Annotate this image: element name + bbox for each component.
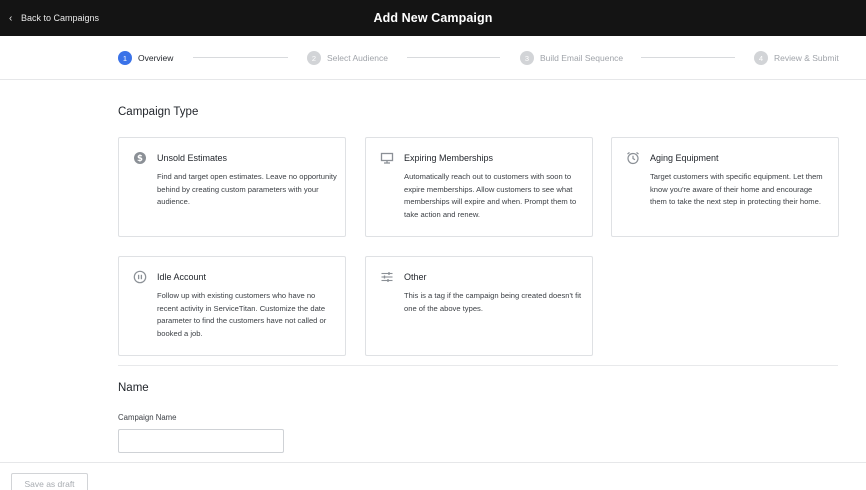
step-overview[interactable]: 1 Overview [118, 50, 173, 66]
dollar-circle-icon: $ [133, 151, 147, 165]
top-bar: ‹ Back to Campaigns Add New Campaign [0, 0, 866, 36]
step-label: Overview [138, 53, 174, 63]
svg-text:$: $ [137, 154, 143, 164]
card-idle-account[interactable]: Idle Account Follow up with existing cus… [118, 256, 346, 356]
step-number: 3 [520, 51, 534, 65]
step-label: Review & Submit [774, 53, 839, 63]
card-title: Other [404, 272, 427, 282]
card-description: Find and target open estimates. Leave no… [157, 172, 337, 207]
card-title: Idle Account [157, 272, 207, 282]
step-number: 1 [118, 51, 132, 65]
sliders-icon [380, 270, 394, 284]
card-description: Follow up with existing customers who ha… [157, 291, 327, 338]
alarm-clock-icon [626, 151, 640, 165]
progress-stepper: 1 Overview 2 Select Audience 3 Build Ema… [0, 36, 866, 80]
campaign-type-heading: Campaign Type [118, 106, 199, 118]
step-connector [641, 57, 735, 58]
card-description: Automatically reach out to customers wit… [404, 172, 577, 219]
step-review-submit[interactable]: 4 Review & Submit [754, 50, 839, 66]
card-description: This is a tag if the campaign being crea… [404, 291, 582, 313]
name-heading: Name [118, 382, 149, 394]
step-connector [407, 57, 500, 58]
card-aging-equipment[interactable]: Aging Equipment Target customers with sp… [611, 137, 839, 237]
card-title: Aging Equipment [650, 153, 719, 163]
step-select-audience[interactable]: 2 Select Audience [307, 50, 388, 66]
section-divider [118, 365, 838, 366]
monitor-icon [380, 151, 394, 165]
card-title: Unsold Estimates [157, 153, 228, 163]
card-title: Expiring Memberships [404, 153, 494, 163]
card-expiring-memberships[interactable]: Expiring Memberships Automatically reach… [365, 137, 593, 237]
card-description: Target customers with specific equipment… [650, 172, 823, 207]
card-other[interactable]: Other This is a tag if the campaign bein… [365, 256, 593, 356]
pause-circle-icon [133, 270, 147, 284]
campaign-name-label: Campaign Name [118, 413, 177, 422]
save-as-draft-button[interactable]: Save as draft [11, 473, 88, 490]
page-title: Add New Campaign [373, 11, 493, 25]
campaign-name-input[interactable] [118, 429, 284, 453]
footer-bar: Save as draft [0, 462, 866, 490]
step-number: 2 [307, 51, 321, 65]
step-label: Build Email Sequence [540, 53, 624, 63]
step-number: 4 [754, 51, 768, 65]
step-label: Select Audience [327, 53, 388, 63]
step-build-email-sequence[interactable]: 3 Build Email Sequence [520, 50, 623, 66]
step-connector [193, 57, 288, 58]
card-unsold-estimates[interactable]: $ Unsold Estimates Find and target open … [118, 137, 346, 237]
